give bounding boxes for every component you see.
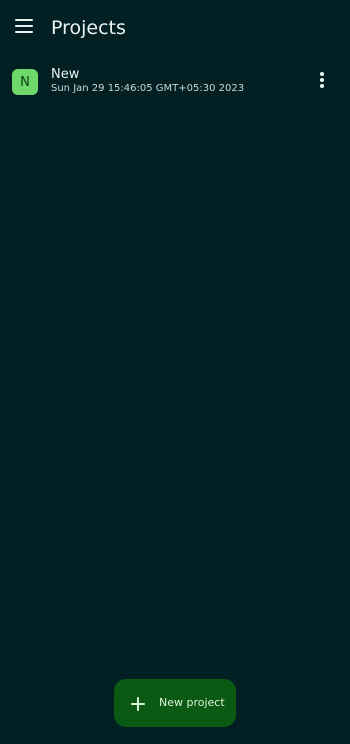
page-title: Projects [51,17,126,39]
project-more-button[interactable] [312,72,332,92]
new-project-label: New project [159,696,225,709]
project-date: Sun Jan 29 15:46:05 GMT+05:30 2023 [51,83,245,94]
project-list-item[interactable]: N New Sun Jan 29 15:46:05 GMT+05:30 2023 [0,62,350,102]
project-avatar: N [12,69,38,95]
plus-icon [131,696,145,711]
projects-screen: Projects N New Sun Jan 29 15:46:05 GMT+0… [0,0,350,744]
project-name: New [51,67,80,82]
more-vertical-icon [319,72,325,92]
new-project-button[interactable]: New project [114,679,236,727]
top-app-bar: Projects [0,0,350,56]
menu-button[interactable] [12,14,36,38]
hamburger-menu-icon [15,19,33,33]
